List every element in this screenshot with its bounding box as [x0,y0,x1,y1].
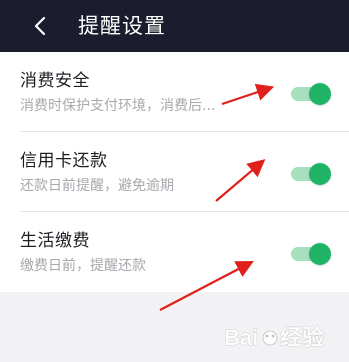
setting-row-consumption-security: 消费安全 消费时保护支付环境，消费后... [0,52,349,132]
toggle-knob [309,83,331,105]
page-title: 提醒设置 [78,14,166,38]
app-header: 提醒设置 [0,0,349,52]
setting-row-utility-payment: 生活缴费 缴费日前，提醒还款 [0,212,349,292]
setting-subtitle: 消费时保护支付环境，消费后... [20,98,216,114]
consumption-security-toggle[interactable] [291,83,331,105]
utility-payment-toggle[interactable] [291,243,331,265]
toggle-knob [309,243,331,265]
setting-title: 信用卡还款 [20,151,108,171]
credit-card-repayment-toggle[interactable] [291,163,331,185]
baidu-watermark: Bai 经验 [224,325,325,351]
toggle-knob [309,163,331,185]
settings-list: 消费安全 消费时保护支付环境，消费后... 信用卡还款 还款日前提醒，避免逾期 … [0,52,349,292]
back-button[interactable] [26,10,54,42]
svg-text:Bai: Bai [224,325,258,350]
setting-subtitle: 还款日前提醒，避免逾期 [20,178,174,194]
svg-text:经验: 经验 [280,325,324,350]
setting-title: 消费安全 [20,71,90,91]
setting-title: 生活缴费 [20,231,90,251]
setting-subtitle: 缴费日前，提醒还款 [20,258,146,274]
setting-row-credit-card-repayment: 信用卡还款 还款日前提醒，避免逾期 [0,132,349,212]
chevron-left-icon [34,16,46,36]
